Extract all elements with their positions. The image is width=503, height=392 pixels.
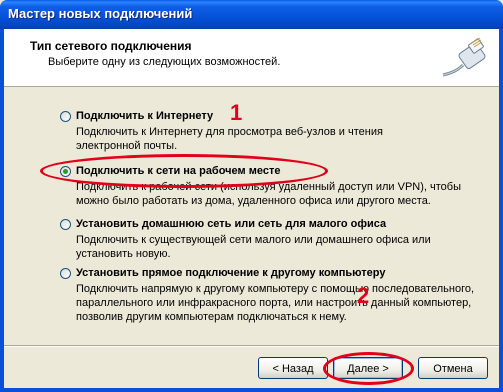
window-title: Мастер новых подключений [8, 6, 193, 21]
highlight-ellipse-workplace [40, 154, 328, 188]
option-home-network-label[interactable]: Установить домашнюю сеть или сеть для ма… [76, 218, 386, 230]
wizard-header: Тип сетевого подключения Выберите одну и… [4, 29, 499, 87]
option-internet-desc: Подключить к Интернету для просмотра веб… [76, 126, 383, 152]
annotation-step-1: 1 [230, 100, 243, 125]
radio-internet[interactable] [60, 111, 71, 122]
cancel-button[interactable]: Отмена [418, 357, 488, 379]
back-button[interactable]: < Назад [258, 357, 328, 379]
option-internet-label[interactable]: Подключить к Интернету [76, 110, 213, 122]
radio-home-network[interactable] [60, 219, 71, 230]
header-subtitle: Выберите одну из следующих возможностей. [48, 56, 281, 68]
option-direct-connection-label[interactable]: Установить прямое подключение к другому … [76, 267, 385, 279]
footer-divider [4, 345, 499, 347]
header-title: Тип сетевого подключения [30, 39, 192, 53]
network-cable-icon [442, 37, 486, 77]
annotation-step-2: 2 [357, 283, 370, 308]
title-bar[interactable]: Мастер новых подключений [0, 0, 503, 29]
radio-direct-connection[interactable] [60, 268, 71, 279]
option-home-network-desc: Подключить к существующей сети малого ил… [76, 234, 431, 260]
option-direct-connection-desc: Подключить напрямую к другому компьютеру… [76, 283, 475, 323]
highlight-ellipse-next [323, 352, 414, 385]
